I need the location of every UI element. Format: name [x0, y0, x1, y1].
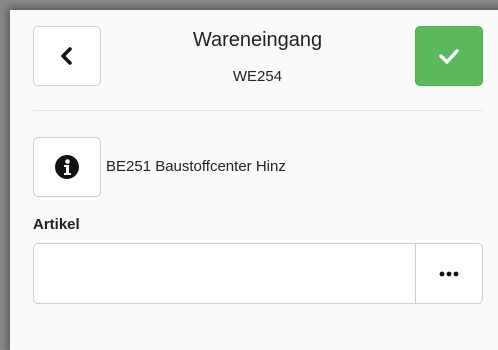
page-title: Wareneingang — [192, 29, 323, 51]
document-number: WE254 — [232, 68, 283, 85]
confirm-button[interactable] — [415, 26, 483, 86]
article-input-group — [33, 243, 483, 304]
info-circle-icon — [55, 155, 79, 179]
supplier-name: BE251 Baustoffcenter Hinz — [106, 158, 286, 175]
header-divider — [33, 110, 483, 111]
goods-receipt-panel: Wareneingang WE254 BE251 Baustoffcenter … — [10, 10, 498, 350]
supplier-info-button[interactable] — [33, 137, 101, 197]
article-input[interactable] — [33, 243, 415, 304]
article-lookup-button[interactable] — [415, 243, 483, 304]
check-icon — [439, 49, 459, 64]
back-button[interactable] — [33, 26, 101, 86]
chevron-left-icon — [61, 47, 72, 65]
article-label: Artikel — [33, 216, 80, 233]
ellipsis-icon — [439, 271, 459, 276]
